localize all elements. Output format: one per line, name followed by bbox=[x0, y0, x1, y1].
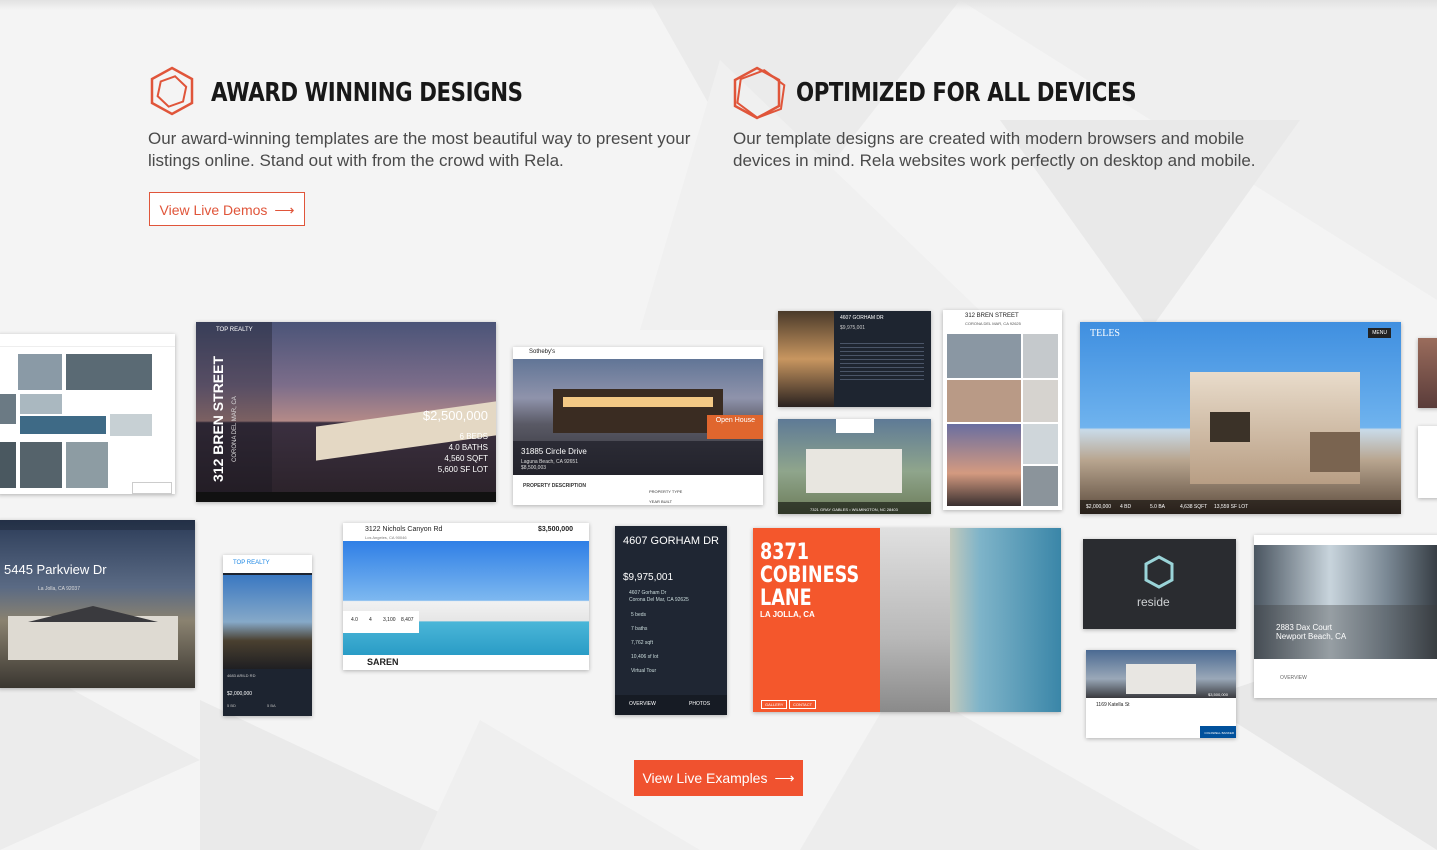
price-label: $8,500,003 bbox=[521, 465, 547, 471]
sqft-label: 7,762 sqft bbox=[631, 640, 653, 646]
beds-label: 5 beds bbox=[631, 612, 647, 618]
template-preview-teles[interactable]: TELES MENU $2,000,000 4 BD 5.0 BA 4,638 … bbox=[1080, 322, 1401, 514]
address-label: 4683 ARILD RD bbox=[227, 673, 256, 678]
baths-label: 7 baths bbox=[631, 626, 648, 632]
tab-label: PHOTOS bbox=[689, 701, 711, 707]
template-preview-cobiness[interactable]: 8371 COBINESS LANE LA JOLLA, CA GALLERY … bbox=[753, 528, 1061, 712]
feature-title: OPTIMIZED FOR ALL DEVICES bbox=[796, 78, 1137, 108]
beds-label: 5 BD bbox=[227, 703, 236, 708]
tab-label: OVERVIEW bbox=[629, 701, 656, 707]
brand-label: SAREN bbox=[367, 657, 399, 667]
section-label: OVERVIEW bbox=[1280, 675, 1307, 681]
beds-label: 4 BD bbox=[1120, 504, 1132, 510]
hexagon-icon bbox=[733, 66, 786, 120]
price-label: $9,975,001 bbox=[840, 325, 866, 331]
template-preview-partial[interactable] bbox=[1418, 338, 1437, 408]
baths-label: 5 BA bbox=[267, 703, 276, 708]
lot-label: 13,559 SF LOT bbox=[1214, 504, 1249, 510]
brand-label: TELES bbox=[1090, 328, 1120, 339]
template-preview-gallery[interactable] bbox=[0, 334, 175, 494]
feature-description: Our template designs are created with mo… bbox=[733, 129, 1256, 170]
feature-optimized-devices: OPTIMIZED FOR ALL DEVICES Our template d… bbox=[729, 66, 1289, 186]
beds-label: 6 BEDS bbox=[459, 432, 488, 441]
lot-label: 10,406 sf lot bbox=[631, 654, 659, 660]
brand-label: COLDWELL BANKER bbox=[1204, 731, 1234, 735]
address-line: COBINESS bbox=[760, 563, 860, 588]
template-preview-parkview[interactable]: 5445 Parkview Dr La Jolla, CA 92037 bbox=[0, 520, 195, 688]
stat-value: 4.0 bbox=[351, 617, 358, 623]
address-label: 4607 GORHAM DR bbox=[623, 535, 719, 547]
brand-label: reside bbox=[1137, 595, 1170, 609]
view-live-demos-button[interactable]: View Live Demos ⟶ bbox=[149, 192, 305, 226]
brand-label: TOP REALTY bbox=[233, 560, 270, 566]
address-label: 4607 GORHAM DR bbox=[840, 315, 884, 321]
template-preview-sothebys[interactable]: Sotheby's Open House 31885 Circle Drive … bbox=[513, 347, 763, 505]
price-label: $2,500,000 bbox=[422, 408, 488, 423]
stat-value: 4 bbox=[369, 617, 372, 623]
button-label: View Live Demos bbox=[159, 202, 268, 218]
menu-label: MENU bbox=[1368, 328, 1391, 338]
template-preview-gray-gables[interactable]: 7321 GRAY GABLES • WILMINGTON, NC 28403 bbox=[778, 419, 931, 514]
price-label: $2,000,000 bbox=[1086, 504, 1112, 510]
brand-label: TOP REALTY bbox=[216, 327, 253, 333]
city-label: Newport Beach, CA bbox=[1276, 632, 1347, 641]
view-live-examples-button[interactable]: View Live Examples ⟶ bbox=[634, 760, 803, 796]
template-preview-gorham-mobile[interactable]: 4607 GORHAM DR $9,975,001 4607 Gorham Dr… bbox=[615, 526, 727, 715]
lot-label: 5,600 SF LOT bbox=[437, 465, 488, 474]
address-label: 1169 Katella St bbox=[1096, 702, 1130, 708]
address-line: LANE bbox=[760, 586, 812, 611]
section-label: PROPERTY DESCRIPTION bbox=[523, 483, 586, 489]
template-preview-reside[interactable]: reside bbox=[1083, 539, 1236, 629]
sqft-label: 4,638 SQFT bbox=[1180, 504, 1208, 510]
address-line: 8371 bbox=[760, 540, 809, 565]
template-preview-bren-mobile[interactable]: 312 BREN STREET CORONA DEL MAR, CA 92625 bbox=[943, 310, 1062, 510]
button-label: View Live Examples bbox=[642, 770, 768, 786]
price-label: $2,000,000 bbox=[227, 691, 253, 697]
feature-title: AWARD WINNING DESIGNS bbox=[211, 78, 523, 108]
price-label: $9,975,001 bbox=[623, 572, 674, 583]
brand-label: Sotheby's bbox=[529, 349, 556, 355]
address-label: 312 BREN STREET bbox=[965, 313, 1019, 319]
address-label: 2883 Dax Court bbox=[1276, 623, 1333, 632]
address-label: 31885 Circle Drive bbox=[521, 447, 587, 456]
hexagon-icon bbox=[150, 66, 194, 116]
tour-label: Virtual Tour bbox=[631, 668, 657, 674]
arrow-right-icon: ⟶ bbox=[774, 770, 795, 786]
top-shadow bbox=[0, 0, 1437, 10]
city-label: La Jolla, CA 92037 bbox=[38, 586, 80, 592]
city-label: Los Angeles, CA 90046 bbox=[365, 535, 407, 540]
city-label: CORONA DEL MAR, CA 92625 bbox=[965, 321, 1021, 326]
baths-label: 4.0 BATHS bbox=[448, 443, 488, 452]
address-label: 5445 Parkview Dr bbox=[4, 562, 107, 577]
field-label: YEAR BUILT bbox=[649, 499, 673, 504]
template-preview-katella[interactable]: 1169 Katella St $3,500,000 COLDWELL BANK… bbox=[1086, 650, 1236, 738]
address-label: 7321 GRAY GABLES • WILMINGTON, NC 28403 bbox=[810, 507, 898, 512]
template-preview-gorham-dark[interactable]: 4607 GORHAM DR $9,975,001 bbox=[778, 311, 931, 407]
price-label: $3,500,000 bbox=[1207, 692, 1228, 697]
hexagon-icon bbox=[1144, 555, 1174, 589]
stat-value: 8,407 bbox=[401, 617, 414, 623]
template-preview-top-realty-mobile[interactable]: TOP REALTY 4683 ARILD RD $2,000,000 5 BD… bbox=[223, 555, 312, 716]
baths-label: 5.0 BA bbox=[1150, 504, 1166, 510]
field-label: PROPERTY TYPE bbox=[649, 489, 683, 494]
template-preview-nichols[interactable]: 3122 Nichols Canyon Rd Los Angeles, CA 9… bbox=[343, 523, 589, 670]
gallery-button: GALLERY bbox=[761, 700, 788, 709]
open-house-badge: Open House bbox=[715, 417, 755, 424]
sqft-label: 4,560 SQFT bbox=[444, 454, 488, 463]
template-preview-dax[interactable]: 2883 Dax Court Newport Beach, CA OVERVIE… bbox=[1254, 535, 1437, 698]
city-label: CORONA DEL MAR, CA bbox=[232, 396, 238, 462]
contact-button: CONTACT bbox=[789, 700, 817, 709]
stat-value: 3,100 bbox=[383, 617, 396, 623]
price-label: $3,500,000 bbox=[537, 526, 573, 533]
address-label: 3122 Nichols Canyon Rd bbox=[365, 526, 443, 533]
street-label: 4607 Gorham Dr bbox=[629, 590, 667, 596]
city-label: LA JOLLA, CA bbox=[760, 610, 815, 619]
template-preview-partial[interactable] bbox=[1418, 426, 1437, 498]
arrow-right-icon: ⟶ bbox=[274, 202, 295, 218]
address-label: 312 BREN STREET bbox=[210, 355, 226, 482]
feature-description: Our award-winning templates are the most… bbox=[148, 129, 691, 170]
template-preview-top-realty[interactable]: TOP REALTY 312 BREN STREET CORONA DEL MA… bbox=[196, 322, 496, 502]
city-label: Corona Del Mar, CA 92625 bbox=[629, 597, 689, 603]
